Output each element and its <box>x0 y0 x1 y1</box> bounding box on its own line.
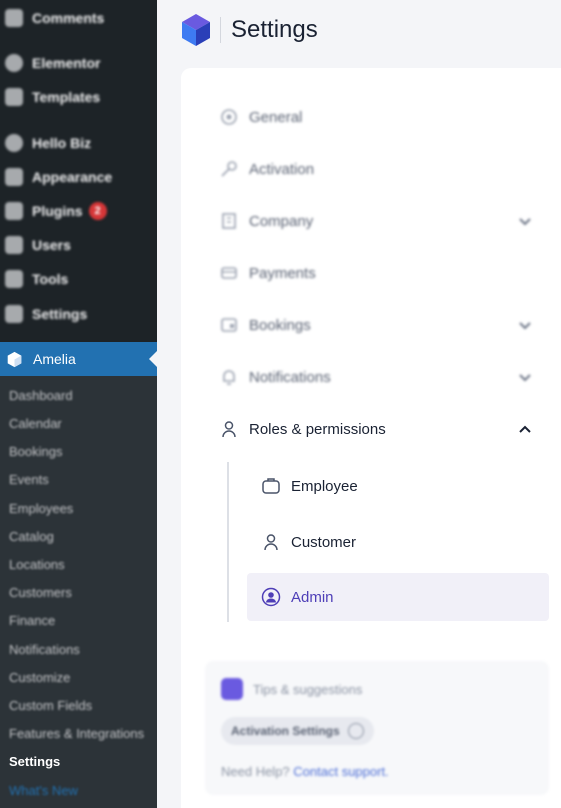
plugins-update-badge: 2 <box>88 202 107 220</box>
activation-settings-chip[interactable]: Activation Settings <box>221 717 374 745</box>
chevron-up-icon[interactable] <box>517 421 533 437</box>
submenu-notifications[interactable]: Notifications <box>9 642 80 657</box>
submenu-settings[interactable]: Settings <box>9 754 60 769</box>
user-icon <box>219 419 239 439</box>
amelia-submenu: Dashboard Calendar Bookings Events Emplo… <box>0 376 157 808</box>
calendar-icon <box>221 678 243 700</box>
settings-nav-company[interactable]: Company <box>219 201 549 241</box>
settings-nav-general[interactable]: General <box>219 97 549 137</box>
submenu-customers[interactable]: Customers <box>9 585 72 600</box>
hello-biz-icon <box>5 134 23 152</box>
templates-icon <box>5 88 23 106</box>
roles-subnav-admin[interactable]: Admin <box>247 573 549 621</box>
elementor-icon <box>5 54 23 72</box>
settings-nav-notifications[interactable]: Notifications <box>219 357 549 397</box>
submenu-events[interactable]: Events <box>9 472 49 487</box>
bell-icon <box>219 367 239 387</box>
wp-admin-sidebar: Comments Elementor Templates Hello Biz A… <box>0 0 157 808</box>
building-icon <box>219 211 239 231</box>
comments-icon <box>5 9 23 27</box>
tips-title: Tips & suggestions <box>253 682 363 697</box>
briefcase-icon <box>261 476 281 496</box>
appearance-icon <box>5 168 23 186</box>
arrow-right-icon <box>347 723 364 739</box>
roles-subnav-employee[interactable]: Employee <box>247 462 549 510</box>
wp-menu-settings[interactable]: Settings <box>0 299 157 329</box>
plugins-icon <box>5 202 23 220</box>
page-title: Settings <box>231 16 318 43</box>
wallet-icon <box>219 315 239 335</box>
amelia-logo-icon <box>182 14 210 46</box>
header-divider <box>220 17 221 43</box>
submenu-employees[interactable]: Employees <box>9 501 73 516</box>
submenu-dashboard[interactable]: Dashboard <box>9 388 73 403</box>
current-menu-arrow <box>149 351 157 367</box>
contact-support-link[interactable]: Contact support. <box>293 764 388 779</box>
chevron-down-icon <box>519 322 531 330</box>
wp-menu-templates[interactable]: Templates <box>0 82 157 112</box>
chevron-down-icon <box>519 218 531 226</box>
submenu-locations[interactable]: Locations <box>9 557 65 572</box>
users-icon <box>5 236 23 254</box>
wp-menu-appearance[interactable]: Appearance <box>0 162 157 192</box>
wp-menu-plugins[interactable]: Plugins 2 <box>0 196 157 226</box>
settings-nav-payments[interactable]: Payments <box>219 253 549 293</box>
gear-icon <box>219 107 239 127</box>
wp-menu-users[interactable]: Users <box>0 230 157 260</box>
submenu-customize[interactable]: Customize <box>9 670 70 685</box>
settings-nav-bookings[interactable]: Bookings <box>219 305 549 345</box>
submenu-bookings[interactable]: Bookings <box>9 444 62 459</box>
roles-subnav-customer[interactable]: Customer <box>247 518 549 566</box>
tips-suggestions-card: Tips & suggestions Activation Settings N… <box>205 661 549 795</box>
help-text: Need Help? Contact support. <box>221 764 389 779</box>
chevron-down-icon <box>519 374 531 382</box>
subnav-tree-line <box>227 462 229 622</box>
card-icon <box>219 263 239 283</box>
user-icon <box>261 532 281 552</box>
wp-menu-tools[interactable]: Tools <box>0 264 157 294</box>
submenu-finance[interactable]: Finance <box>9 613 55 628</box>
submenu-catalog[interactable]: Catalog <box>9 529 54 544</box>
settings-icon <box>5 305 23 323</box>
page-header: Settings <box>180 10 318 50</box>
wp-menu-comments[interactable]: Comments <box>0 3 157 33</box>
key-icon <box>219 159 239 179</box>
submenu-custom-fields[interactable]: Custom Fields <box>9 698 92 713</box>
amelia-logo-icon <box>7 351 22 367</box>
submenu-features-integrations[interactable]: Features & Integrations <box>9 726 144 741</box>
wp-menu-amelia[interactable]: Amelia <box>0 342 157 376</box>
submenu-calendar[interactable]: Calendar <box>9 416 62 431</box>
settings-nav-activation[interactable]: Activation <box>219 149 549 189</box>
settings-nav-roles-permissions[interactable]: Roles & permissions <box>219 409 549 449</box>
wp-menu-hello-biz[interactable]: Hello Biz <box>0 128 157 158</box>
user-circle-icon <box>261 587 281 607</box>
wp-menu-elementor[interactable]: Elementor <box>0 48 157 78</box>
tools-icon <box>5 270 23 288</box>
submenu-whats-new[interactable]: What's New <box>9 783 78 798</box>
